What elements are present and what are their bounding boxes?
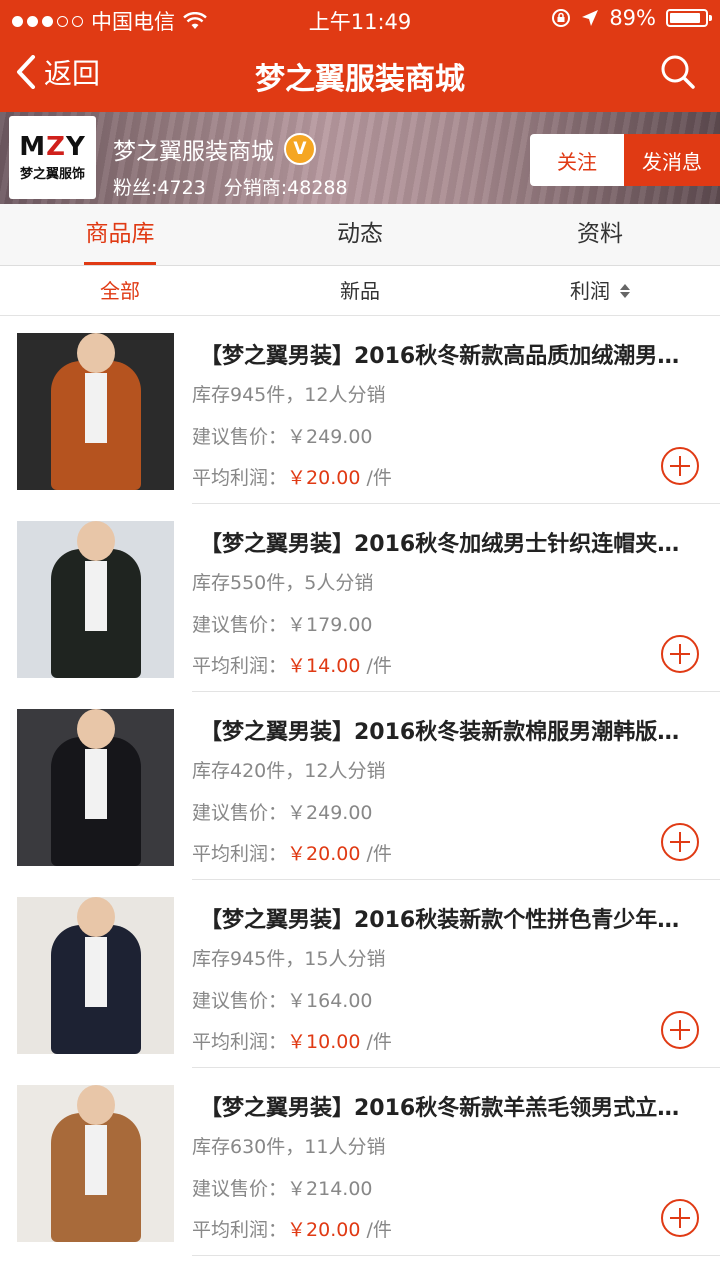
- profit-unit: /件: [366, 467, 392, 489]
- filter-new-label: 新品: [340, 278, 380, 303]
- profit-value: ￥14.00: [287, 655, 361, 677]
- profit-value: ￥20.00: [287, 843, 361, 865]
- product-title[interactable]: 【梦之翼男装】2016秋冬新款羊羔毛领男式立…: [200, 1090, 712, 1122]
- profit-label: 平均利润：: [192, 843, 288, 865]
- follow-button[interactable]: 关注: [530, 134, 624, 186]
- product-thumbnail[interactable]: [17, 521, 174, 678]
- price-label: 建议售价：: [192, 802, 288, 824]
- add-circle-icon[interactable]: [660, 634, 700, 674]
- product-title[interactable]: 【梦之翼男装】2016秋冬装新款棉服男潮韩版…: [200, 714, 712, 746]
- price-label: 建议售价：: [192, 990, 288, 1012]
- add-circle-icon[interactable]: [660, 822, 700, 862]
- shop-stats: 粉丝:4723 分销商:48288: [113, 173, 348, 200]
- location-arrow-icon: [582, 10, 599, 26]
- product-profit-row: 平均利润：￥20.00 /件: [192, 1215, 392, 1242]
- product-thumbnail[interactable]: [17, 709, 174, 866]
- price-value: ￥214.00: [287, 1178, 373, 1200]
- distributors-count: 分销商:48288: [223, 177, 348, 199]
- product-item[interactable]: 【梦之翼男装】2016秋装新款个性拼色青少年… 库存945件，15人分销 建议售…: [0, 880, 720, 1068]
- filter-profit-label: 利润: [570, 278, 610, 303]
- status-right: 89%: [551, 6, 712, 30]
- product-profit-row: 平均利润：￥10.00 /件: [192, 1027, 392, 1054]
- battery-percent: 89%: [609, 6, 656, 30]
- profit-label: 平均利润：: [192, 655, 288, 677]
- product-price-row: 建议售价：￥214.00: [192, 1174, 373, 1201]
- row-divider: [192, 1255, 720, 1256]
- rotation-lock-icon: [552, 9, 571, 27]
- product-stock: 库存945件，12人分销: [192, 384, 386, 406]
- filter-all-label: 全部: [100, 278, 140, 303]
- product-list: 【梦之翼男装】2016秋冬新款高品质加绒潮男… 库存945件，12人分销 建议售…: [0, 316, 720, 1256]
- product-stock: 库存945件，15人分销: [192, 948, 386, 970]
- product-thumbnail[interactable]: [17, 333, 174, 490]
- filter-new[interactable]: 新品: [240, 266, 480, 315]
- profit-value: ￥10.00: [287, 1031, 361, 1053]
- product-price-row: 建议售价：￥179.00: [192, 610, 373, 637]
- product-title[interactable]: 【梦之翼男装】2016秋装新款个性拼色青少年…: [200, 902, 712, 934]
- tab-products[interactable]: 商品库: [0, 204, 240, 265]
- profit-value: ￥20.00: [287, 467, 361, 489]
- filter-bar: 全部 新品 利润: [0, 266, 720, 316]
- product-thumbnail[interactable]: [17, 897, 174, 1054]
- product-thumbnail[interactable]: [17, 1085, 174, 1242]
- profit-unit: /件: [366, 1219, 392, 1241]
- status-bar: 中国电信 上午11:49 89%: [0, 0, 720, 36]
- product-item[interactable]: 【梦之翼男装】2016秋冬装新款棉服男潮韩版… 库存420件，12人分销 建议售…: [0, 692, 720, 880]
- product-price-row: 建议售价：￥249.00: [192, 798, 373, 825]
- message-button[interactable]: 发消息: [624, 134, 720, 186]
- tab-profile[interactable]: 资料: [480, 204, 720, 265]
- price-value: ￥179.00: [287, 614, 373, 636]
- add-circle-icon[interactable]: [660, 1010, 700, 1050]
- profit-unit: /件: [366, 843, 392, 865]
- profit-value: ￥20.00: [287, 1219, 361, 1241]
- product-stock: 库存630件，11人分销: [192, 1136, 386, 1158]
- product-stock: 库存550件，5人分销: [192, 572, 374, 594]
- filter-profit[interactable]: 利润: [480, 266, 720, 315]
- profit-unit: /件: [366, 1031, 392, 1053]
- shop-name-row: 梦之翼服装商城 V: [113, 132, 316, 166]
- price-label: 建议售价：: [192, 1178, 288, 1200]
- shop-name: 梦之翼服装商城: [113, 139, 274, 165]
- battery-icon: [666, 9, 712, 27]
- price-label: 建议售价：: [192, 426, 288, 448]
- filter-all[interactable]: 全部: [0, 266, 240, 315]
- product-title[interactable]: 【梦之翼男装】2016秋冬新款高品质加绒潮男…: [200, 338, 712, 370]
- tab-bar: 商品库 动态 资料: [0, 204, 720, 266]
- nav-bar: 返回 梦之翼服装商城: [0, 36, 720, 112]
- page-title: 梦之翼服装商城: [255, 62, 465, 97]
- profit-label: 平均利润：: [192, 1219, 288, 1241]
- search-button[interactable]: [660, 54, 696, 94]
- logo-mark: MZY: [19, 132, 86, 162]
- search-icon: [661, 55, 695, 89]
- product-price-row: 建议售价：￥249.00: [192, 422, 373, 449]
- price-label: 建议售价：: [192, 614, 288, 636]
- product-stock: 库存420件，12人分销: [192, 760, 386, 782]
- fans-count: 粉丝:4723: [113, 177, 206, 199]
- verified-badge: V: [284, 133, 316, 165]
- sort-icon: [620, 283, 630, 298]
- profit-label: 平均利润：: [192, 1031, 288, 1053]
- profit-label: 平均利润：: [192, 467, 288, 489]
- product-price-row: 建议售价：￥164.00: [192, 986, 373, 1013]
- product-item[interactable]: 【梦之翼男装】2016秋冬新款高品质加绒潮男… 库存945件，12人分销 建议售…: [0, 316, 720, 504]
- price-value: ￥249.00: [287, 802, 373, 824]
- product-profit-row: 平均利润：￥14.00 /件: [192, 651, 392, 678]
- add-circle-icon[interactable]: [660, 1198, 700, 1238]
- tab-updates[interactable]: 动态: [240, 204, 480, 265]
- product-profit-row: 平均利润：￥20.00 /件: [192, 463, 392, 490]
- product-title[interactable]: 【梦之翼男装】2016秋冬加绒男士针织连帽夹…: [200, 526, 712, 558]
- profit-unit: /件: [366, 655, 392, 677]
- price-value: ￥164.00: [287, 990, 373, 1012]
- product-item[interactable]: 【梦之翼男装】2016秋冬新款羊羔毛领男式立… 库存630件，11人分销 建议售…: [0, 1068, 720, 1256]
- shop-logo[interactable]: MZY 梦之翼服饰: [9, 116, 96, 199]
- logo-subtitle: 梦之翼服饰: [19, 167, 85, 182]
- product-item[interactable]: 【梦之翼男装】2016秋冬加绒男士针织连帽夹… 库存550件，5人分销 建议售价…: [0, 504, 720, 692]
- add-circle-icon[interactable]: [660, 446, 700, 486]
- price-value: ￥249.00: [287, 426, 373, 448]
- product-profit-row: 平均利润：￥20.00 /件: [192, 839, 392, 866]
